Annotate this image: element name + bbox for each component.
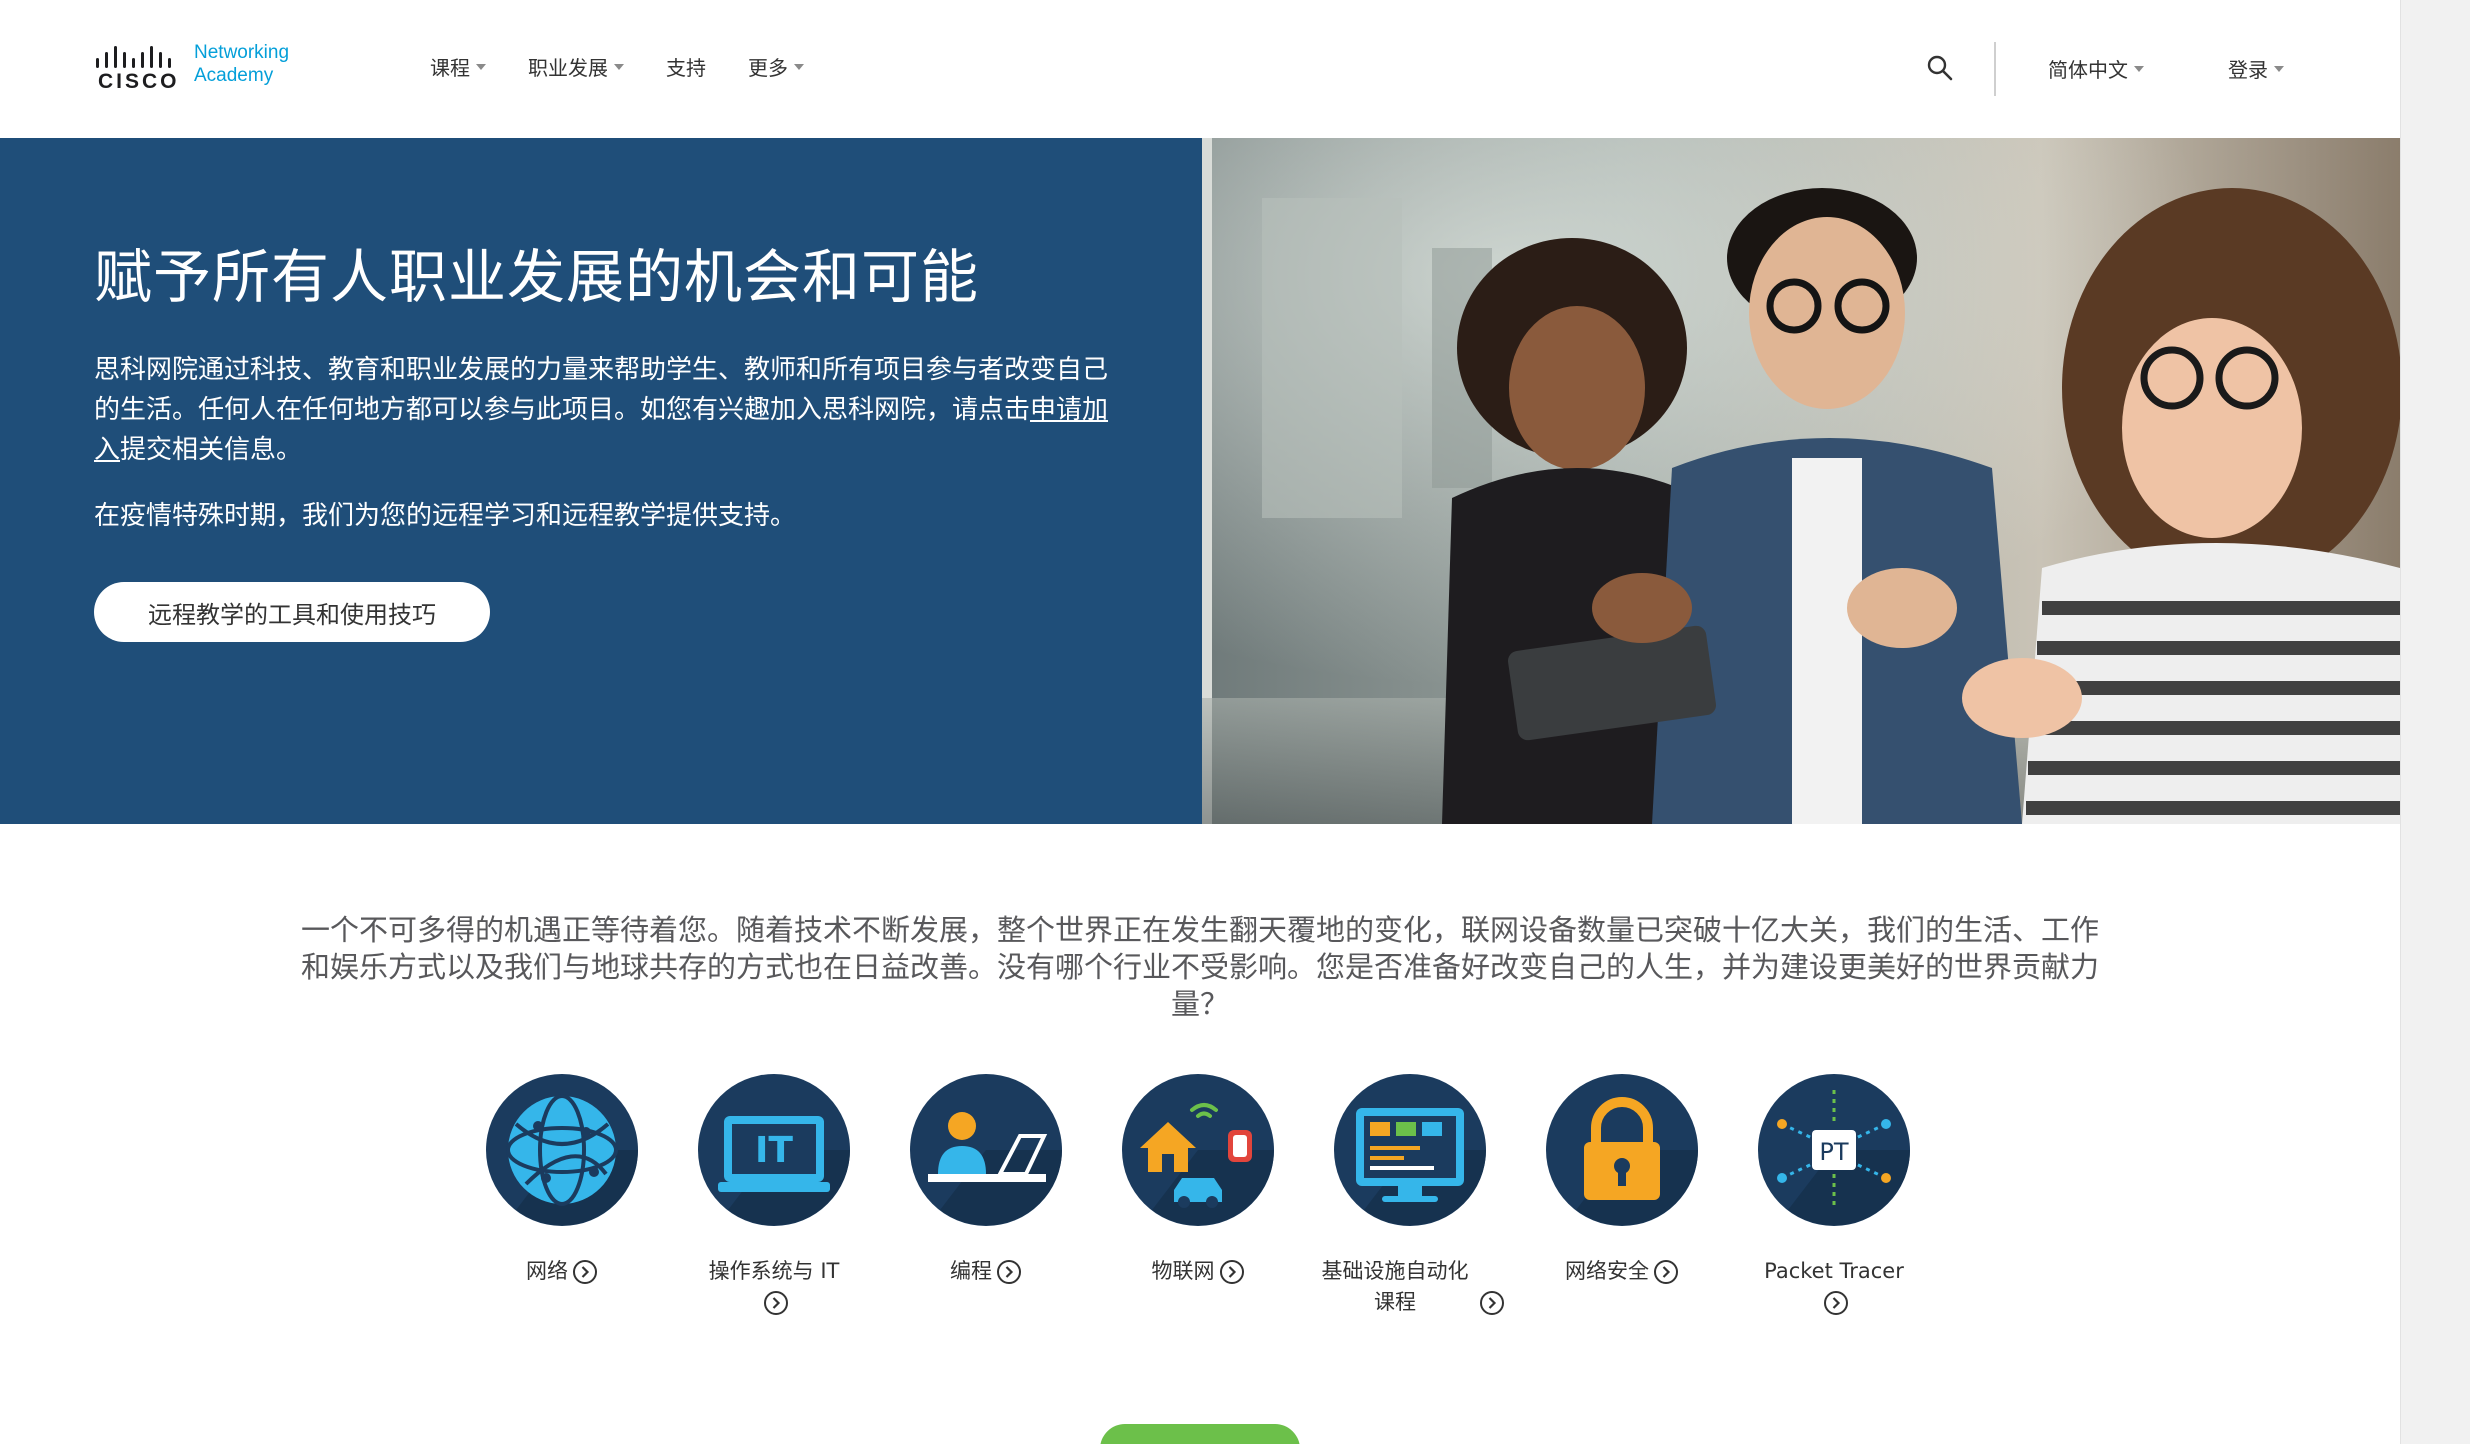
hero-banner: 赋予所有人职业发展的机会和可能 思科网院通过科技、教育和职业发展的力量来帮助学生…: [0, 138, 2400, 824]
hero-photo-students: [1202, 138, 2400, 824]
logo-wordmark: CISCO: [98, 70, 180, 93]
language-selector[interactable]: 简体中文: [2048, 54, 2144, 83]
nav-item-label: 课程: [430, 56, 470, 80]
hero-remote-note: 在疫情特殊时期，我们为您的远程学习和远程教学提供支持。: [94, 501, 797, 531]
nav-item-courses[interactable]: 课程: [430, 52, 486, 81]
iot-devices-icon: [1122, 1074, 1274, 1226]
chevron-right-circle-icon: [573, 1260, 597, 1284]
nav-item-support[interactable]: 支持: [666, 52, 706, 81]
header-divider: [1994, 42, 1996, 96]
logo-subtitle: Networking Academy: [194, 40, 289, 87]
padlock-icon: [1546, 1074, 1698, 1226]
nav-item-label: 更多: [748, 56, 788, 80]
hero-desc-text-end: 提交相关信息。: [120, 435, 303, 465]
code-monitor-icon: [1334, 1074, 1486, 1226]
caret-down-icon: [476, 63, 486, 70]
hero-text-panel: 赋予所有人职业发展的机会和可能 思科网院通过科技、教育和职业发展的力量来帮助学生…: [0, 138, 1202, 824]
topic-label: 编程: [880, 1256, 1092, 1287]
chevron-right-circle-icon: [1480, 1291, 1504, 1315]
topic-label: 网络安全: [1516, 1256, 1728, 1287]
topic-os-it[interactable]: IT 操作系统与 IT: [668, 1074, 880, 1318]
students-photo-image: [1202, 138, 2400, 824]
chevron-right-circle-icon: [764, 1291, 788, 1315]
it-monitor-icon: IT: [698, 1074, 850, 1226]
svg-text:IT: IT: [755, 1130, 793, 1171]
hero-desc-text: 思科网院通过科技、教育和职业发展的力量来帮助学生、教师和所有项目参与者改变自己的…: [94, 355, 1109, 425]
chevron-right-circle-icon: [997, 1260, 1021, 1284]
topic-networking[interactable]: 网络: [456, 1074, 668, 1287]
caret-down-icon: [2274, 65, 2284, 72]
intro-paragraph: 一个不可多得的机遇正等待着您。随着技术不断发展，整个世界正在发生翻天覆地的变化，…: [300, 913, 2099, 1021]
chevron-right-circle-icon: [1654, 1260, 1678, 1284]
logo-sub-line1: Networking: [194, 42, 290, 63]
course-topics: 网络 IT 操作系统与 IT 编程 物联网 基础设施自动化课程 网络安全 PT …: [456, 1074, 1934, 1334]
search-icon[interactable]: [1926, 54, 1954, 82]
remote-teaching-tools-button[interactable]: 远程教学的工具和使用技巧: [94, 582, 490, 642]
page-scrollbar[interactable]: [2400, 0, 2470, 1444]
topic-label: 操作系统与 IT: [668, 1256, 880, 1318]
person-laptop-icon: [910, 1074, 1062, 1226]
chevron-right-circle-icon: [1824, 1291, 1848, 1315]
cisco-bars-icon: [96, 46, 171, 68]
main-nav: 课程 职业发展 支持 更多: [430, 52, 846, 81]
packet-tracer-icon: PT: [1758, 1074, 1910, 1226]
caret-down-icon: [794, 63, 804, 70]
caret-down-icon: [614, 63, 624, 70]
topic-label: 基础设施自动化课程: [1304, 1256, 1516, 1318]
hero-description: 思科网院通过科技、教育和职业发展的力量来帮助学生、教师和所有项目参与者改变自己的…: [94, 350, 1124, 470]
globe-network-icon: [486, 1074, 638, 1226]
topic-label: Packet Tracer: [1728, 1256, 1940, 1318]
caret-down-icon: [2134, 65, 2144, 72]
login-label: 登录: [2228, 58, 2268, 82]
language-label: 简体中文: [2048, 58, 2128, 82]
nav-item-label: 支持: [666, 56, 706, 80]
nav-item-label: 职业发展: [528, 56, 608, 80]
topic-cybersecurity[interactable]: 网络安全: [1516, 1074, 1728, 1287]
page: CISCO Networking Academy 课程 职业发展 支持 更多 简…: [0, 0, 2400, 1444]
logo-sub-line2: Academy: [194, 65, 274, 86]
hero-title: 赋予所有人职业发展的机会和可能: [94, 243, 980, 311]
topic-iot[interactable]: 物联网: [1092, 1074, 1304, 1287]
site-header: CISCO Networking Academy 课程 职业发展 支持 更多 简…: [0, 0, 2400, 138]
cisco-logo-mark: CISCO: [94, 40, 184, 93]
svg-text:PT: PT: [1819, 1138, 1848, 1166]
partially-visible-green-button[interactable]: [1100, 1424, 1300, 1444]
topic-packet-tracer[interactable]: PT Packet Tracer: [1728, 1074, 1940, 1318]
topic-label: 网络: [456, 1256, 668, 1287]
topic-label: 物联网: [1092, 1256, 1304, 1287]
nav-item-more[interactable]: 更多: [748, 52, 804, 81]
nav-item-careers[interactable]: 职业发展: [528, 52, 624, 81]
login-menu[interactable]: 登录: [2228, 54, 2284, 83]
topic-infrastructure-automation[interactable]: 基础设施自动化课程: [1304, 1074, 1516, 1318]
topic-programming[interactable]: 编程: [880, 1074, 1092, 1287]
chevron-right-circle-icon: [1219, 1260, 1244, 1284]
cisco-netacad-logo[interactable]: CISCO Networking Academy: [94, 40, 314, 100]
